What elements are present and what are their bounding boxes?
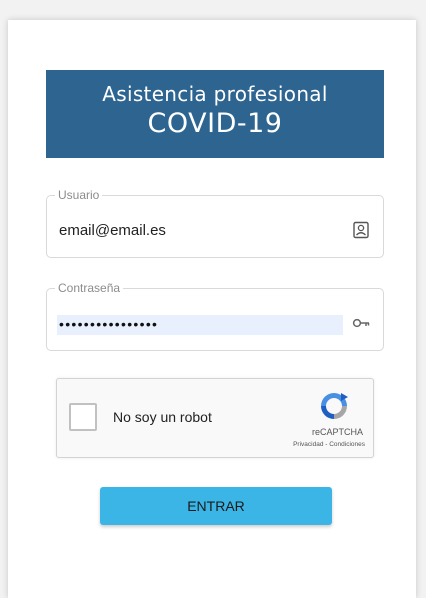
password-label: Contraseña	[55, 281, 124, 295]
password-input[interactable]: ••••••••••••••••	[57, 315, 343, 335]
banner-subtitle: COVID-19	[147, 108, 283, 139]
banner-title: Asistencia profesional	[102, 82, 328, 106]
username-input[interactable]: email@email.es	[59, 222, 166, 239]
contact-card-icon	[353, 221, 369, 239]
recaptcha-checkbox[interactable]	[69, 403, 97, 431]
recaptcha-widget: No soy un robot reCAPTCHA Privacidad - C…	[56, 378, 374, 458]
password-field[interactable]: Contraseña ••••••••••••••••	[46, 281, 384, 351]
recaptcha-logo-icon	[321, 393, 348, 419]
recaptcha-links[interactable]: Privacidad - Condiciones	[293, 441, 365, 448]
header-banner: Asistencia profesional COVID-19	[46, 70, 384, 158]
login-button[interactable]: ENTRAR	[100, 487, 332, 525]
password-dots: ••••••••••••••••	[59, 316, 159, 332]
recaptcha-label: No soy un robot	[113, 409, 212, 425]
username-field[interactable]: Usuario email@email.es	[46, 188, 384, 258]
key-icon[interactable]	[351, 313, 371, 333]
username-label: Usuario	[55, 188, 103, 202]
recaptcha-brand: reCAPTCHA	[311, 427, 363, 437]
